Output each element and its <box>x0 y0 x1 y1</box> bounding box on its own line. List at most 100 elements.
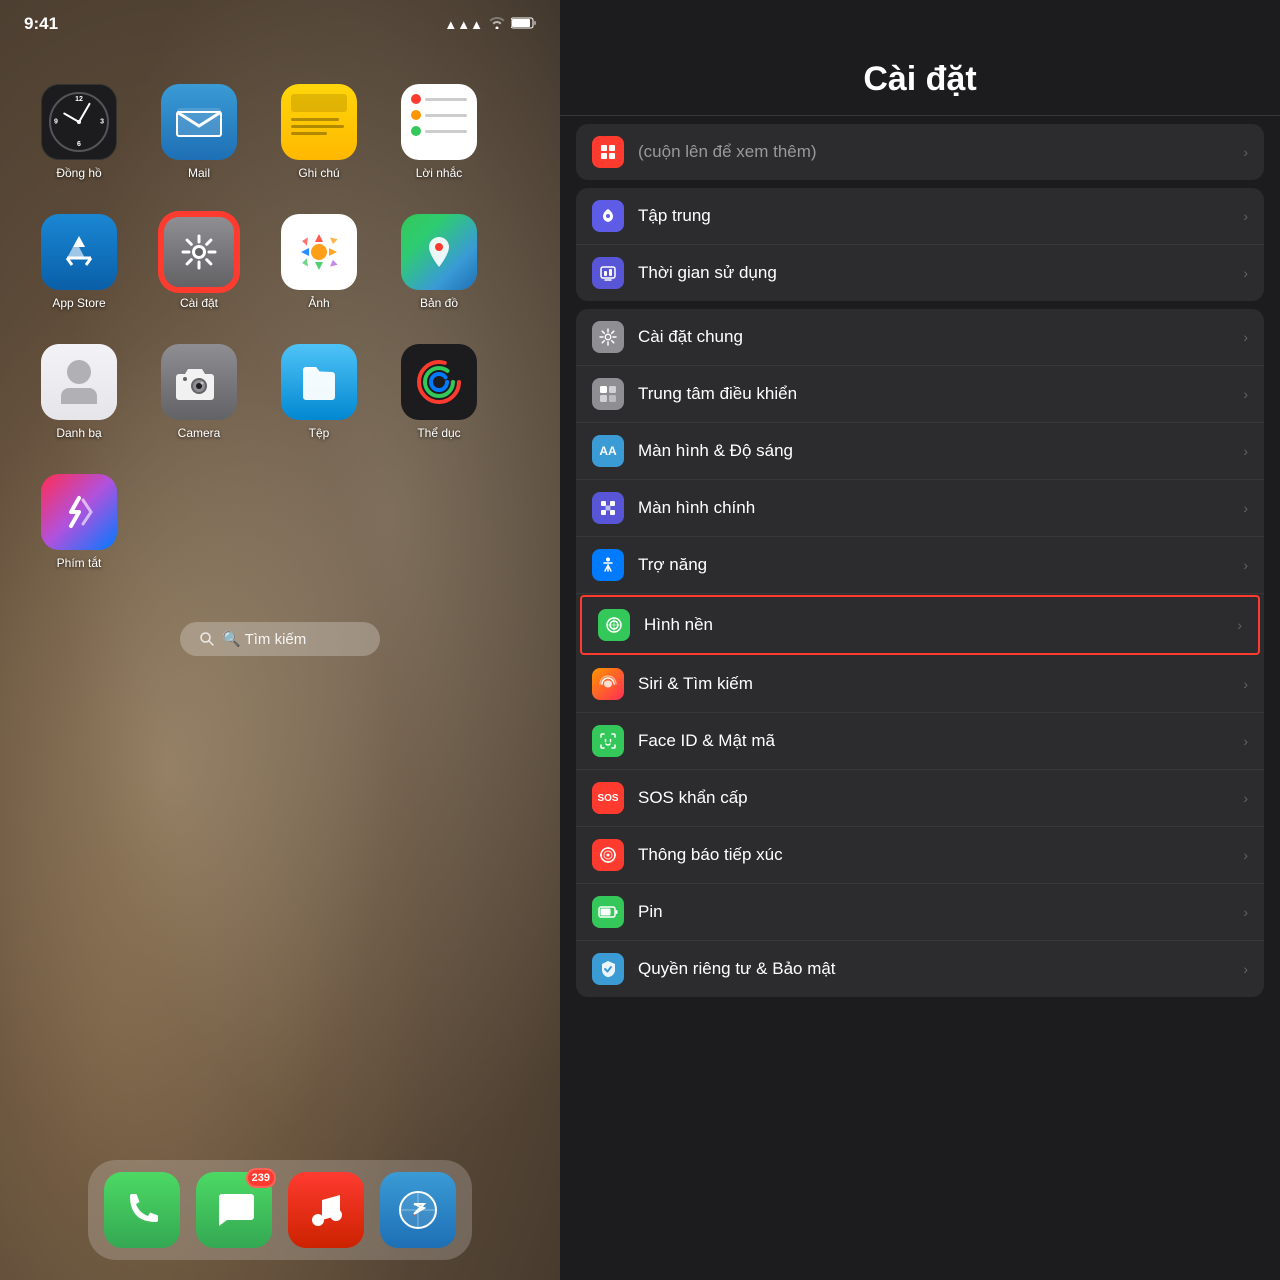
settings-icon <box>161 214 237 290</box>
dock-phone[interactable] <box>104 1172 180 1248</box>
appstore-icon <box>41 214 117 290</box>
app-photos[interactable]: Ảnh <box>264 192 374 322</box>
phone-icon <box>104 1172 180 1248</box>
status-time: 9:41 <box>24 14 58 34</box>
homescreen-row-icon <box>592 492 624 524</box>
control-chevron: › <box>1243 386 1248 402</box>
control-label: Trung tâm điều khiển <box>638 384 1235 404</box>
focus-label: Tập trung <box>638 206 1235 226</box>
status-bar: 9:41 ▲▲▲ <box>0 0 560 42</box>
app-clock[interactable]: 12 6 9 3 Đồng hồ <box>24 62 134 192</box>
focus-row-icon <box>592 200 624 232</box>
settings-group-1: Tập trung › Thời gian sử dụng › <box>576 188 1264 301</box>
siri-label: Siri & Tìm kiếm <box>638 674 1235 694</box>
notes-icon <box>281 84 357 160</box>
settings-row-faceid[interactable]: Face ID & Mật mã › <box>576 713 1264 770</box>
photos-icon <box>281 214 357 290</box>
settings-row-general[interactable]: Cài đặt chung › <box>576 309 1264 366</box>
battery-chevron: › <box>1243 904 1248 920</box>
safari-icon <box>380 1172 456 1248</box>
screentime-label: Thời gian sử dụng <box>638 263 1235 283</box>
settings-row-display[interactable]: AA Màn hình & Độ sáng › <box>576 423 1264 480</box>
app-maps-label: Bản đồ <box>420 296 458 310</box>
app-maps[interactable]: Bản đồ <box>384 192 494 322</box>
app-shortcuts[interactable]: Phím tắt <box>24 452 134 582</box>
display-chevron: › <box>1243 443 1248 459</box>
settings-row-exposure[interactable]: Thông báo tiếp xúc › <box>576 827 1264 884</box>
battery-row-icon <box>592 896 624 928</box>
general-chevron: › <box>1243 329 1248 345</box>
clock-icon: 12 6 9 3 <box>41 84 117 160</box>
app-contacts[interactable]: Danh bạ <box>24 322 134 452</box>
status-icons: ▲▲▲ <box>444 17 536 32</box>
accessibility-row-icon <box>592 549 624 581</box>
accessibility-label: Trợ năng <box>638 555 1235 575</box>
settings-row-wallpaper[interactable]: Hình nền › <box>580 595 1260 655</box>
sos-chevron: › <box>1243 790 1248 806</box>
settings-panel: Cài đặt (cuộn lên để xem thêm) › <box>560 0 1280 1280</box>
settings-row-battery[interactable]: Pin › <box>576 884 1264 941</box>
files-icon <box>281 344 357 420</box>
faceid-label: Face ID & Mật mã <box>638 731 1235 751</box>
settings-title: Cài đặt <box>580 60 1260 99</box>
partial-chevron: › <box>1243 144 1248 160</box>
settings-row-focus[interactable]: Tập trung › <box>576 188 1264 245</box>
app-notes-label: Ghi chú <box>298 166 339 180</box>
settings-row-sos[interactable]: SOS SOS khẩn cấp › <box>576 770 1264 827</box>
settings-row-control[interactable]: Trung tâm điều khiển › <box>576 366 1264 423</box>
search-bar-container: 🔍 Tìm kiếm <box>0 622 560 656</box>
focus-chevron: › <box>1243 208 1248 224</box>
battery-label: Pin <box>638 902 1235 922</box>
sos-label: SOS khẩn cấp <box>638 788 1235 808</box>
search-bar[interactable]: 🔍 Tìm kiếm <box>180 622 380 656</box>
app-shortcuts-label: Phím tắt <box>57 556 102 570</box>
settings-row-homescreen[interactable]: Màn hình chính › <box>576 480 1264 537</box>
app-mail[interactable]: Mail <box>144 62 254 192</box>
app-notes[interactable]: Ghi chú <box>264 62 374 192</box>
maps-icon <box>401 214 477 290</box>
app-appstore[interactable]: App Store <box>24 192 134 322</box>
settings-group-2: Cài đặt chung › Trung tâm điều khiển › <box>576 309 1264 997</box>
wallpaper-label: Hình nền <box>644 615 1229 635</box>
mail-icon <box>161 84 237 160</box>
dock-messages[interactable]: 239 <box>196 1172 272 1248</box>
app-settings[interactable]: Cài đặt <box>144 192 254 322</box>
settings-row-siri[interactable]: Siri & Tìm kiếm › <box>576 656 1264 713</box>
homescreen-label: Màn hình chính <box>638 498 1235 518</box>
app-fitness[interactable]: Thể dục <box>384 322 494 452</box>
partial-row-label: (cuộn lên để xem thêm) <box>638 142 1235 162</box>
app-fitness-label: Thể dục <box>417 426 460 440</box>
app-reminders-label: Lời nhắc <box>416 166 463 180</box>
settings-row-partial[interactable]: (cuộn lên để xem thêm) › <box>576 124 1264 180</box>
app-mail-label: Mail <box>188 166 210 180</box>
app-settings-label: Cài đặt <box>180 296 218 310</box>
app-grid: 12 6 9 3 Đồng hồ Mail <box>0 42 560 602</box>
settings-row-privacy[interactable]: Quyền riêng tư & Bảo mật › <box>576 941 1264 997</box>
dock: 239 <box>88 1160 472 1260</box>
exposure-label: Thông báo tiếp xúc <box>638 845 1235 865</box>
shortcuts-icon <box>41 474 117 550</box>
settings-row-accessibility[interactable]: Trợ năng › <box>576 537 1264 594</box>
wifi-icon <box>489 17 505 32</box>
dock-safari[interactable] <box>380 1172 456 1248</box>
dock-music[interactable] <box>288 1172 364 1248</box>
messages-badge: 239 <box>246 1168 276 1188</box>
app-files-label: Tệp <box>309 426 330 440</box>
general-label: Cài đặt chung <box>638 327 1235 347</box>
siri-chevron: › <box>1243 676 1248 692</box>
accessibility-chevron: › <box>1243 557 1248 573</box>
fitness-icon <box>401 344 477 420</box>
wallpaper-row-icon <box>598 609 630 641</box>
contacts-icon <box>41 344 117 420</box>
exposure-row-icon <box>592 839 624 871</box>
app-reminders[interactable]: Lời nhắc <box>384 62 494 192</box>
app-camera[interactable]: Camera <box>144 322 254 452</box>
battery-status-icon <box>511 17 536 32</box>
privacy-chevron: › <box>1243 961 1248 977</box>
app-files[interactable]: Tệp <box>264 322 374 452</box>
app-appstore-label: App Store <box>52 296 105 310</box>
homescreen-chevron: › <box>1243 500 1248 516</box>
settings-row-screentime[interactable]: Thời gian sử dụng › <box>576 245 1264 301</box>
home-screen: 9:41 ▲▲▲ <box>0 0 560 1280</box>
display-label: Màn hình & Độ sáng <box>638 441 1235 461</box>
